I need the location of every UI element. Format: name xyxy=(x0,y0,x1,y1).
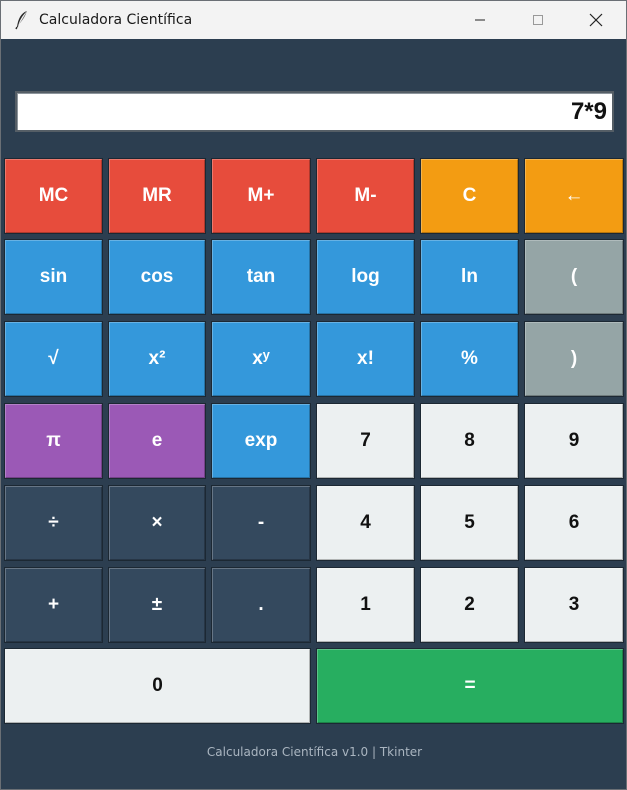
window-title: Calculadora Científica xyxy=(39,12,193,28)
factorial-button[interactable]: x! xyxy=(316,321,415,397)
tan-button[interactable]: tan xyxy=(211,239,311,315)
backspace-button[interactable]: ← xyxy=(524,158,624,234)
equals-button[interactable]: = xyxy=(316,648,624,724)
maximize-icon xyxy=(533,15,543,25)
cos-button[interactable]: cos xyxy=(108,239,206,315)
display-field[interactable]: 7*9 xyxy=(15,91,614,132)
digit-3-button[interactable]: 3 xyxy=(524,567,624,643)
plus-minus-button[interactable]: ± xyxy=(108,567,206,643)
digit-8-button[interactable]: 8 xyxy=(420,403,519,479)
sin-button[interactable]: sin xyxy=(4,239,103,315)
digit-1-button[interactable]: 1 xyxy=(316,567,415,643)
display-value: 7*9 xyxy=(570,98,607,125)
calculator-window: Calculadora Científica 7*9 MC MR M+ M- C… xyxy=(0,0,627,790)
e-button[interactable]: e xyxy=(108,403,206,479)
plus-button[interactable]: + xyxy=(4,567,103,643)
digit-0-button[interactable]: 0 xyxy=(4,648,311,724)
close-icon xyxy=(589,13,603,27)
mc-button[interactable]: MC xyxy=(4,158,103,234)
minus-button[interactable]: - xyxy=(211,485,311,561)
multiply-button[interactable]: × xyxy=(108,485,206,561)
digit-6-button[interactable]: 6 xyxy=(524,485,624,561)
digit-7-button[interactable]: 7 xyxy=(316,403,415,479)
open-paren-button[interactable]: ( xyxy=(524,239,624,315)
m-plus-button[interactable]: M+ xyxy=(211,158,311,234)
digit-9-button[interactable]: 9 xyxy=(524,403,624,479)
feather-icon xyxy=(13,10,31,30)
pi-button[interactable]: π xyxy=(4,403,103,479)
title-bar: Calculadora Científica xyxy=(1,1,626,39)
decimal-button[interactable]: . xyxy=(211,567,311,643)
digit-5-button[interactable]: 5 xyxy=(420,485,519,561)
digit-4-button[interactable]: 4 xyxy=(316,485,415,561)
minimize-button[interactable] xyxy=(457,1,503,39)
square-button[interactable]: x² xyxy=(108,321,206,397)
close-button[interactable] xyxy=(573,1,619,39)
footer-text: Calculadora Científica v1.0 | Tkinter xyxy=(206,745,423,759)
ln-button[interactable]: ln xyxy=(420,239,519,315)
m-minus-button[interactable]: M- xyxy=(316,158,415,234)
minimize-icon xyxy=(475,19,485,21)
close-paren-button[interactable]: ) xyxy=(524,321,624,397)
exp-button[interactable]: exp xyxy=(211,403,311,479)
percent-button[interactable]: % xyxy=(420,321,519,397)
maximize-button[interactable] xyxy=(515,1,561,39)
mr-button[interactable]: MR xyxy=(108,158,206,234)
power-button[interactable]: xʸ xyxy=(211,321,311,397)
divide-button[interactable]: ÷ xyxy=(4,485,103,561)
digit-2-button[interactable]: 2 xyxy=(420,567,519,643)
clear-button[interactable]: C xyxy=(420,158,519,234)
log-button[interactable]: log xyxy=(316,239,415,315)
sqrt-button[interactable]: √ xyxy=(4,321,103,397)
